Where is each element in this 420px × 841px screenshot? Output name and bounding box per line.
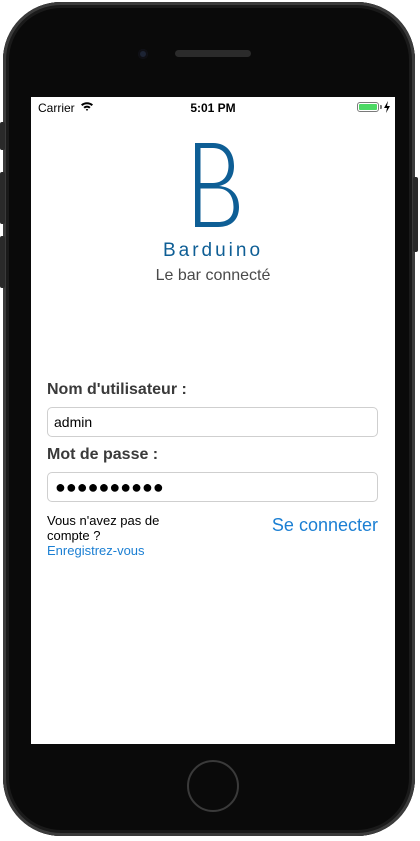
volume-down-button [0, 236, 5, 288]
username-input[interactable] [47, 407, 378, 437]
status-time: 5:01 PM [190, 101, 236, 115]
password-label: Mot de passe : [47, 446, 159, 463]
home-button[interactable] [187, 760, 239, 812]
battery-cap [380, 105, 382, 109]
power-button [413, 177, 418, 252]
brand-name: Barduino [162, 240, 264, 261]
silent-switch [0, 122, 5, 150]
no-account-text: Vous n'avez pas de compte ? [47, 513, 160, 543]
battery-level [359, 104, 377, 110]
earpiece-speaker [175, 50, 251, 57]
front-camera [138, 49, 148, 59]
battery-icon [357, 102, 379, 112]
app-screen: Carrier 5:01 PM Barduino Le bar connecté… [31, 97, 395, 744]
barduino-logo-icon [195, 143, 239, 227]
charging-bolt-icon [384, 101, 390, 113]
status-bar: Carrier 5:01 PM [31, 97, 395, 117]
username-label: Nom d'utilisateur : [47, 381, 187, 398]
volume-up-button [0, 172, 5, 224]
login-button[interactable]: Se connecter [272, 515, 378, 536]
register-link[interactable]: Enregistrez-vous [47, 543, 145, 558]
brand-tagline: Le bar connecté [155, 267, 271, 284]
phone-frame: Carrier 5:01 PM Barduino Le bar connecté… [0, 2, 418, 836]
password-mask: ●●●●●●●●●● [55, 477, 164, 497]
